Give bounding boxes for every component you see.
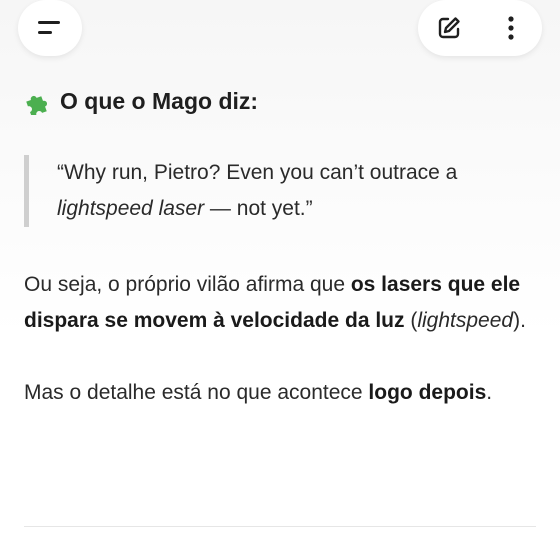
p2-text-1: Mas o detalhe está no que acontece — [24, 381, 369, 404]
p1-text-1: Ou seja, o próprio vilão afirma que — [24, 273, 351, 296]
more-vertical-icon — [508, 16, 514, 40]
paragraph-2: Mas o detalhe está no que acontece logo … — [24, 375, 536, 411]
p1-text-3: ). — [513, 309, 526, 332]
p2-text-2: . — [486, 381, 493, 404]
top-bar — [0, 0, 560, 62]
heading-text: O que o Mago diz: — [60, 88, 259, 114]
quote-text-2: — not yet.” — [204, 197, 313, 220]
more-options-button[interactable] — [489, 6, 533, 50]
divider — [24, 526, 536, 527]
edit-icon — [438, 17, 460, 39]
actions-pill — [418, 0, 542, 56]
quote-text-1: “Why run, Pietro? Even you can’t outrace… — [57, 161, 458, 184]
menu-icon — [38, 21, 60, 34]
p1-italic: lightspeed — [417, 309, 514, 332]
p2-bold: logo depois — [368, 381, 487, 404]
section-heading: O que o Mago diz: — [24, 88, 536, 115]
p1-text-2: ( — [404, 309, 418, 332]
quote-italic: lightspeed laser — [57, 197, 205, 220]
menu-button[interactable] — [18, 0, 82, 56]
puzzle-piece-icon — [26, 95, 47, 115]
paragraph-1: Ou seja, o próprio vilão afirma que os l… — [24, 267, 536, 339]
message-content: O que o Mago diz: “Why run, Pietro? Even… — [24, 88, 536, 447]
new-chat-button[interactable] — [427, 6, 471, 50]
quote-block: “Why run, Pietro? Even you can’t outrace… — [24, 155, 536, 227]
